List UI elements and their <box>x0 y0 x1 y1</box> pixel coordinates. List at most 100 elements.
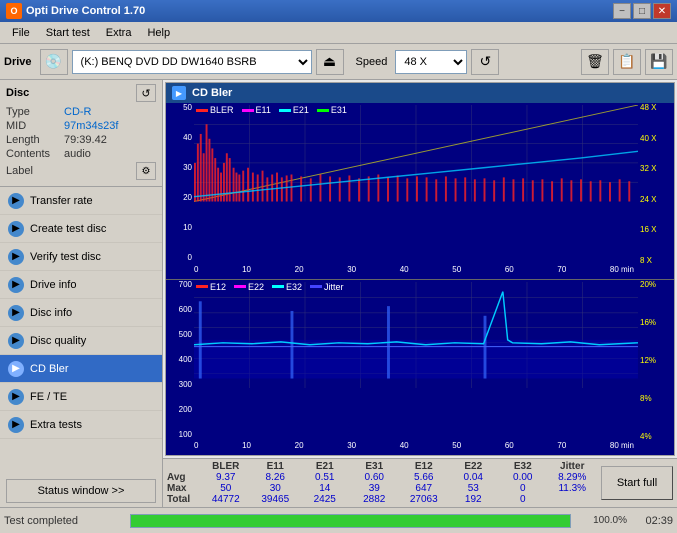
sidebar: Disc ↺ Type CD-R MID 97m34s23f Length 79… <box>0 80 163 507</box>
menu-bar: File Start test Extra Help <box>0 22 677 44</box>
progress-label: 100.0% <box>577 515 627 526</box>
col-header-e12: E12 <box>399 461 449 472</box>
menu-help[interactable]: Help <box>139 25 178 41</box>
nav-transfer-rate-label: Transfer rate <box>30 195 93 207</box>
col-header-e11: E11 <box>251 461 301 472</box>
stats-max-row: Max 50 30 14 39 647 53 0 11.3% <box>167 483 597 494</box>
disc-label-label: Label <box>6 165 60 177</box>
toolbar: Drive 💿 (K:) BENQ DVD DD DW1640 BSRB ⏏ S… <box>0 44 677 80</box>
progress-container <box>130 514 571 528</box>
nav-verify-test-disc[interactable]: ▶ Verify test disc <box>0 243 162 271</box>
nav-fe-te[interactable]: ▶ FE / TE <box>0 383 162 411</box>
col-header-bler: BLER <box>201 461 251 472</box>
content-area: ▶ CD Bler BLER E11 <box>163 80 677 507</box>
top-chart-legend: BLER E11 E21 E31 <box>196 105 347 115</box>
stats-total-row: Total 44772 39465 2425 2882 27063 192 0 <box>167 494 597 505</box>
status-bar: Test completed 100.0% 02:39 <box>0 507 677 533</box>
nav-drive-info[interactable]: ▶ Drive info <box>0 271 162 299</box>
charts-container: BLER E11 E21 E31 <box>166 103 674 455</box>
col-header-e32: E32 <box>498 461 548 472</box>
nav-disc-info[interactable]: ▶ Disc info <box>0 299 162 327</box>
disc-type-label: Type <box>6 106 60 118</box>
disc-refresh-btn[interactable]: ↺ <box>136 84 156 102</box>
fe-te-icon: ▶ <box>8 389 24 405</box>
nav-disc-quality[interactable]: ▶ Disc quality <box>0 327 162 355</box>
disc-length-value: 79:39.42 <box>64 134 156 146</box>
top-chart-y-right: 48 X 40 X 32 X 24 X 16 X 8 X <box>638 103 674 265</box>
disc-label-btn[interactable]: ⚙ <box>136 162 156 180</box>
time-label: 02:39 <box>633 515 673 527</box>
chart-title: CD Bler <box>192 87 232 99</box>
drive-label: Drive <box>4 56 32 68</box>
bottom-chart-x-labels: 0 10 20 30 40 50 60 70 80 min <box>194 441 634 455</box>
status-text: Test completed <box>4 515 124 527</box>
disc-type-value: CD-R <box>64 106 156 118</box>
nav-cd-bler-label: CD Bler <box>30 363 69 375</box>
status-window-btn[interactable]: Status window >> <box>6 479 156 503</box>
col-header-e21: E21 <box>300 461 350 472</box>
start-full-btn[interactable]: Start full <box>601 466 673 500</box>
nav-create-test-disc-label: Create test disc <box>30 223 106 235</box>
chart-panel: ▶ CD Bler BLER E11 <box>165 82 675 456</box>
disc-panel: Disc ↺ Type CD-R MID 97m34s23f Length 79… <box>0 80 162 187</box>
close-button[interactable]: ✕ <box>653 3 671 19</box>
save-btn[interactable]: 💾 <box>645 49 673 75</box>
legend-e31: E31 <box>317 105 347 115</box>
nav-transfer-rate[interactable]: ▶ Transfer rate <box>0 187 162 215</box>
erase-btn[interactable]: 🗑 <box>581 49 609 75</box>
col-header-jitter: Jitter <box>548 461 598 472</box>
eject-btn[interactable]: ⏏ <box>316 49 344 75</box>
stats-table: BLER E11 E21 E31 E12 E22 E32 Jitter Avg … <box>163 458 677 507</box>
drive-info-icon: ▶ <box>8 277 24 293</box>
maximize-button[interactable]: □ <box>633 3 651 19</box>
nav-extra-tests[interactable]: ▶ Extra tests <box>0 411 162 439</box>
drive-select[interactable]: (K:) BENQ DVD DD DW1640 BSRB <box>72 50 312 74</box>
legend-e11: E11 <box>242 105 271 115</box>
legend-e32: E32 <box>272 282 302 292</box>
disc-mid-value: 97m34s23f <box>64 120 156 132</box>
stats-avg-row: Avg 9.37 8.26 0.51 0.60 5.66 0.04 0.00 8… <box>167 472 597 483</box>
disc-contents-value: audio <box>64 148 156 160</box>
minimize-button[interactable]: − <box>613 3 631 19</box>
title-bar: O Opti Drive Control 1.70 − □ ✕ <box>0 0 677 22</box>
speed-select[interactable]: 48 X <box>395 50 467 74</box>
disc-contents-label: Contents <box>6 148 60 160</box>
create-test-disc-icon: ▶ <box>8 221 24 237</box>
bottom-chart-svg <box>194 282 638 388</box>
nav-items: ▶ Transfer rate ▶ Create test disc ▶ Ver… <box>0 187 162 475</box>
main-layout: Disc ↺ Type CD-R MID 97m34s23f Length 79… <box>0 80 677 507</box>
disc-mid-label: MID <box>6 120 60 132</box>
app-title: Opti Drive Control 1.70 <box>26 5 613 17</box>
legend-e12: E12 <box>196 282 226 292</box>
bottom-chart-y-right: 20% 16% 12% 8% 4% <box>638 280 674 442</box>
refresh-btn[interactable]: ↺ <box>471 49 499 75</box>
menu-start-test[interactable]: Start test <box>38 25 98 41</box>
top-chart-y-labels: 50 40 30 20 10 0 <box>166 103 194 263</box>
nav-create-test-disc[interactable]: ▶ Create test disc <box>0 215 162 243</box>
disc-info-icon: ▶ <box>8 305 24 321</box>
stats-header-row: BLER E11 E21 E31 E12 E22 E32 Jitter <box>167 461 597 472</box>
app-icon: O <box>6 3 22 19</box>
progress-bar <box>131 515 570 527</box>
menu-extra[interactable]: Extra <box>98 25 140 41</box>
menu-file[interactable]: File <box>4 25 38 41</box>
disc-length-label: Length <box>6 134 60 146</box>
drive-icon-btn[interactable]: 💿 <box>40 49 68 75</box>
bottom-chart-y-labels: 700 600 500 400 300 200 100 <box>166 280 194 440</box>
top-chart-x-labels: 0 10 20 30 40 50 60 70 80 min <box>194 265 634 279</box>
nav-fe-te-label: FE / TE <box>30 391 67 403</box>
legend-e22: E22 <box>234 282 264 292</box>
top-chart: BLER E11 E21 E31 <box>166 103 674 279</box>
nav-cd-bler[interactable]: ▶ CD Bler <box>0 355 162 383</box>
extra-tests-icon: ▶ <box>8 417 24 433</box>
nav-verify-test-disc-label: Verify test disc <box>30 251 101 263</box>
chart-title-bar: ▶ CD Bler <box>166 83 674 103</box>
nav-drive-info-label: Drive info <box>30 279 76 291</box>
verify-test-disc-icon: ▶ <box>8 249 24 265</box>
copy-btn[interactable]: 📋 <box>613 49 641 75</box>
speed-label: Speed <box>356 56 388 68</box>
nav-disc-info-label: Disc info <box>30 307 72 319</box>
cd-bler-icon: ▶ <box>8 361 24 377</box>
nav-extra-tests-label: Extra tests <box>30 419 82 431</box>
disc-quality-icon: ▶ <box>8 333 24 349</box>
